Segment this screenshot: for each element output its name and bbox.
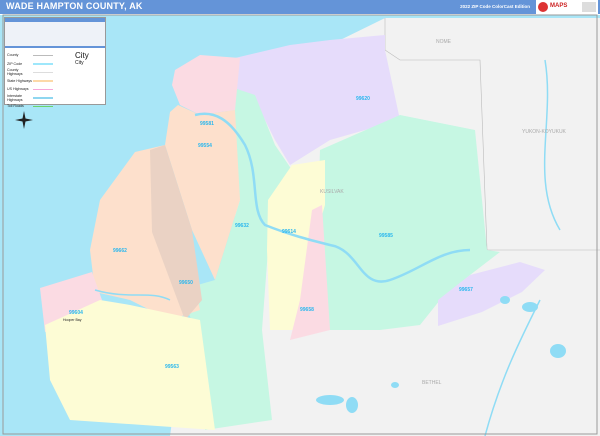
- legend-state-highways: State Highways: [7, 77, 53, 86]
- zip-label-99620: 99620: [356, 96, 370, 102]
- legend-us-highways: US Highways: [7, 85, 53, 94]
- zip-label-99662: 99662: [113, 248, 127, 254]
- zip-label-99554: 99554: [198, 143, 212, 149]
- zip-label-99657: 99657: [459, 287, 473, 293]
- zip-label-99604: 99604: [69, 310, 83, 316]
- brand-logo: MAPS: [536, 0, 598, 14]
- legend-county: County: [7, 51, 53, 60]
- zip-label-99585: 99585: [379, 233, 393, 239]
- county-label-nome: NOME: [436, 39, 452, 45]
- zip-code-table: [5, 22, 105, 48]
- page-title: WADE HAMPTON COUNTY, AK: [6, 1, 143, 11]
- legend-county-highways: County Highways: [7, 68, 53, 77]
- legend-city-sample: City City: [75, 51, 89, 66]
- map-legend: County ZIP Code County Highways State Hi…: [4, 17, 106, 108]
- county-label-yukon-koyukuk: YUKON-KOYUKUK: [522, 129, 567, 135]
- logo-mark-icon: [538, 2, 548, 12]
- legend-toll-roads: Toll Roads: [7, 102, 53, 111]
- logo-text: MAPS: [550, 3, 568, 9]
- edition-label: 2022 ZIP Code ColorCast Edition: [460, 4, 530, 9]
- title-bar: WADE HAMPTON COUNTY, AK 2022 ZIP Code Co…: [0, 0, 600, 14]
- county-label-kusilvak: KUSILVAK: [320, 189, 344, 195]
- logo-badge-icon: [582, 2, 596, 12]
- zip-label-99563: 99563: [165, 364, 179, 370]
- legend-zip-code: ZIP Code: [7, 60, 53, 69]
- legend-interstate-highways: Interstate Highways: [7, 94, 53, 103]
- town-label-hooper-bay: Hooper Bay: [63, 318, 82, 322]
- zip-label-99632: 99632: [235, 223, 249, 229]
- zip-label-99581: 99581: [200, 121, 214, 127]
- zip-label-99614: 99614: [282, 229, 296, 235]
- zip-label-99650: 99650: [179, 280, 193, 286]
- legend-items: County ZIP Code County Highways State Hi…: [7, 51, 53, 111]
- county-label-bethel: BETHEL: [422, 380, 442, 386]
- zip-label-99658: 99658: [300, 307, 314, 313]
